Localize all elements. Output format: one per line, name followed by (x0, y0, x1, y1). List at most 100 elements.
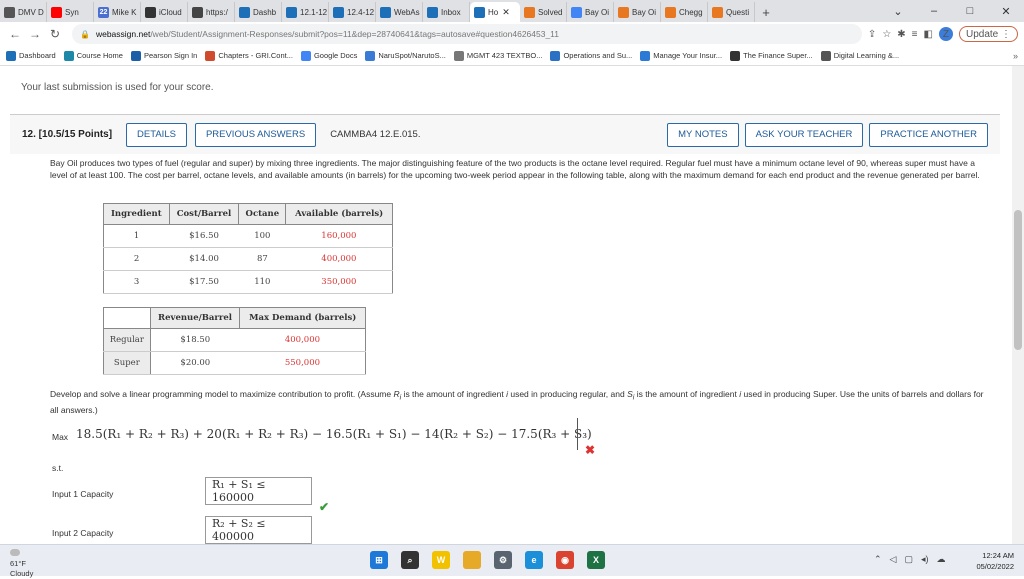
tab-label: Ho (488, 7, 499, 17)
column-header: Max Demand (barrels) (239, 307, 366, 329)
maximize-button[interactable]: □ (952, 0, 988, 22)
browser-tab[interactable]: Dashb (235, 2, 282, 22)
bookmark-item[interactable]: Digital Learning &... (820, 50, 899, 61)
browser-tab[interactable]: 22 Mike K (94, 2, 141, 22)
ask-teacher-button[interactable]: ASK YOUR TEACHER (744, 122, 864, 147)
constraint-2-input[interactable]: R₂ + S₂ ≤ 400000 (205, 516, 312, 544)
browser-tab[interactable]: https:/ (188, 2, 235, 22)
window-controls: ⌄ – □ ✕ (880, 0, 1024, 22)
volume-icon[interactable]: ◂) (921, 554, 929, 565)
minimize-button[interactable]: – (916, 0, 952, 22)
details-button[interactable]: DETAILS (126, 122, 187, 147)
page-content: Your last submission is used for your sc… (0, 66, 1012, 544)
norton-icon[interactable]: W (432, 551, 450, 569)
tab-label: Bay Oi (585, 7, 610, 17)
bookmark-item[interactable]: NaruSpot/NarutoS... (365, 50, 446, 61)
bookmark-item[interactable]: Course Home (63, 50, 123, 61)
weather-widget[interactable]: 61°F Cloudy (10, 549, 33, 579)
folder-icon[interactable] (463, 551, 481, 569)
practice-another-button[interactable]: PRACTICE ANOTHER (869, 122, 988, 147)
clock[interactable]: 12:24 AM 05/02/2022 (976, 550, 1014, 572)
search-icon[interactable]: ⌕ (401, 551, 419, 569)
browser-tab[interactable]: Chegg (661, 2, 708, 22)
tab-search-icon[interactable]: ⌄ (880, 0, 916, 22)
bookmark-item[interactable]: Dashboard (6, 50, 56, 61)
table-cell: 1 (103, 224, 170, 248)
browser-tab[interactable]: Bay Oi (614, 2, 661, 22)
table-cell: 550,000 (239, 351, 366, 375)
reload-icon[interactable]: ↻ (46, 25, 64, 43)
tab-label: Inbox (441, 7, 461, 17)
share-icon[interactable]: ⇪ (868, 29, 876, 40)
url-bar[interactable]: 🔒 webassign.net /web/Student/Assignment-… (72, 24, 862, 44)
address-row: ← → ↻ 🔒 webassign.net /web/Student/Assig… (0, 22, 1024, 46)
table-cell: 350,000 (285, 270, 393, 294)
browser-tab[interactable]: iCloud (141, 2, 188, 22)
previous-answers-button[interactable]: PREVIOUS ANSWERS (194, 122, 317, 147)
bookmark-label: Course Home (76, 51, 123, 60)
extensions-icon[interactable]: ✱ (897, 29, 905, 40)
constraint-1-input[interactable]: R₁ + S₁ ≤ 160000 (205, 477, 312, 505)
my-notes-button[interactable]: MY NOTES (667, 122, 739, 147)
learning-icon (820, 50, 831, 61)
settings-icon[interactable]: ⚙ (494, 551, 512, 569)
chrome-icon (4, 6, 15, 18)
browser-tab[interactable]: Syn (47, 2, 94, 22)
profile-avatar[interactable]: Z (938, 27, 953, 41)
browser-tab[interactable]: 12.4-12 (329, 2, 376, 22)
excel-icon[interactable]: X (587, 551, 605, 569)
instructions-part-d: is the amount of ingredient (634, 389, 740, 399)
table-cell: Regular (103, 328, 151, 352)
course-icon (63, 50, 74, 61)
table-cell: $20.00 (150, 351, 240, 375)
windows-start-icon[interactable]: ⊞ (370, 551, 388, 569)
chegg-icon (618, 6, 629, 18)
browser-tab[interactable]: Bay Oi (567, 2, 614, 22)
edge-icon[interactable]: e (525, 551, 543, 569)
close-tab-icon[interactable]: ✕ (502, 7, 510, 18)
bookmark-label: NaruSpot/NarutoS... (378, 51, 446, 60)
apple-icon (145, 6, 156, 18)
network-icon[interactable]: ☁ (937, 554, 946, 565)
star-icon[interactable]: ☆ (882, 29, 891, 40)
taskbar: 61°F Cloudy ⊞ ⌕ W ⚙ e ◉ X ⌃ ◁ ▢ ◂) ☁ 12:24 AM … (0, 544, 1024, 579)
bookmarks-bar: Dashboard Course Home Pearson Sign In Chapt… (0, 46, 1024, 66)
chevron-up-icon[interactable]: ⌃ (874, 554, 882, 565)
system-tray: ⌃ ◁ ▢ ◂) ☁ (874, 554, 946, 565)
table-cell: Super (103, 351, 151, 375)
browser-tab[interactable]: WebAs (376, 2, 423, 22)
browser-tab[interactable]: 12.1-12 (282, 2, 329, 22)
scrollbar-thumb[interactable] (1014, 210, 1022, 350)
browser-tab[interactable]: Ho ✕ (470, 2, 520, 22)
chrome-icon[interactable]: ◉ (556, 551, 574, 569)
close-window-button[interactable]: ✕ (988, 0, 1024, 22)
tab-label: Bay Oi (632, 7, 657, 17)
column-header: Octane (238, 203, 287, 225)
bookmark-item[interactable]: The Finance Super... (730, 50, 813, 61)
browser-tab[interactable]: Inbox (423, 2, 470, 22)
new-tab-button[interactable]: + (755, 2, 777, 22)
bookmark-item[interactable]: Operations and Su... (550, 50, 632, 61)
location-icon[interactable]: ◁ (890, 554, 897, 565)
display-icon[interactable]: ▢ (904, 554, 913, 565)
column-header: Ingredient (103, 203, 170, 225)
scrollbar[interactable] (1012, 66, 1024, 544)
bookmark-item[interactable]: MGMT 423 TEXTBO... (453, 50, 542, 61)
table-cell: $17.50 (169, 270, 239, 294)
bookmark-item[interactable]: Google Docs (300, 50, 357, 61)
browser-tab[interactable]: Solved (520, 2, 567, 22)
update-button[interactable]: Update ⋮ (958, 26, 1018, 42)
bookmark-label: Chapters - GRI.Cont... (218, 51, 293, 60)
browser-tab[interactable]: Questi (708, 2, 755, 22)
more-bookmarks-icon[interactable]: » (1013, 51, 1018, 61)
bookmark-item[interactable]: Manage Your Insur... (640, 50, 722, 61)
back-icon[interactable]: ← (6, 25, 24, 43)
reading-list-icon[interactable]: ≡ (912, 29, 918, 40)
question-number: 12. [10.5/15 Points] (22, 129, 113, 140)
bookmark-item[interactable]: Pearson Sign In (130, 50, 197, 61)
bookmark-item[interactable]: Chapters - GRI.Cont... (205, 50, 293, 61)
sidebar-icon[interactable]: ◧ (924, 29, 933, 40)
forward-icon[interactable]: → (26, 25, 44, 43)
objective-input[interactable]: 18.5(R₁ + R₂ + R₃) + 20(R₁ + R₂ + R₃) − … (72, 419, 592, 449)
browser-tab[interactable]: DMV D (0, 2, 47, 22)
